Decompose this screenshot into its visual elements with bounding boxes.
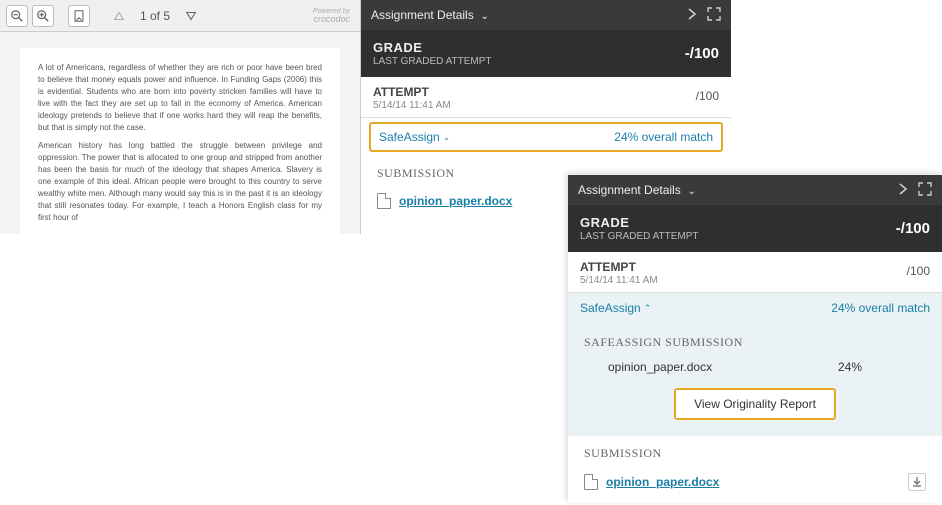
expand-icon: [707, 7, 721, 21]
triangle-up-icon: [112, 9, 126, 23]
grade-score: -/100: [896, 220, 930, 237]
next-button[interactable]: [687, 7, 697, 23]
prev-page-button[interactable]: [108, 5, 130, 27]
panel-header: Assignment Details ⌄: [361, 0, 731, 30]
attempt-time: 5/14/14 11:41 AM: [373, 100, 696, 111]
document-page: A lot of Americans, regardless of whethe…: [20, 48, 340, 234]
chevron-right-icon: [898, 183, 908, 195]
panel-title[interactable]: Assignment Details ⌄: [371, 8, 677, 22]
safeassign-submission-label: SAFEASSIGN SUBMISSION: [568, 327, 942, 356]
download-button[interactable]: [908, 473, 926, 491]
grade-title: GRADE: [580, 215, 896, 230]
zoom-out-button[interactable]: [6, 5, 28, 27]
viewer-toolbar: 1 of 5 Powered by crocodoc: [0, 0, 360, 32]
attempt-score: /100: [696, 89, 719, 103]
fit-page-button[interactable]: [68, 5, 90, 27]
attempt-title: ATTEMPT: [580, 260, 907, 274]
assignment-details-panel-expanded: Assignment Details ⌄ GRADE LAST GRADED A…: [568, 175, 942, 503]
page-icon: [72, 9, 86, 23]
grade-section: GRADE LAST GRADED ATTEMPT -/100: [568, 205, 942, 252]
safeassign-match: 24% overall match: [831, 301, 930, 315]
submission-file-link[interactable]: opinion_paper.docx: [399, 194, 512, 208]
zoom-in-button[interactable]: [32, 5, 54, 27]
grade-section: GRADE LAST GRADED ATTEMPT -/100: [361, 30, 731, 77]
powered-by-label: Powered by crocodoc: [313, 8, 354, 24]
expand-button[interactable]: [707, 7, 721, 24]
chevron-right-icon: [687, 8, 697, 20]
document-icon: [584, 474, 598, 490]
safeassign-match: 24% overall match: [614, 130, 713, 144]
zoom-out-icon: [10, 9, 24, 23]
next-page-button[interactable]: [180, 5, 202, 27]
attempt-section: ATTEMPT 5/14/14 11:41 AM /100: [568, 252, 942, 293]
document-paragraph: American history has long battled the st…: [38, 140, 322, 224]
grade-subtitle: LAST GRADED ATTEMPT: [373, 56, 685, 67]
submission-file-link[interactable]: opinion_paper.docx: [606, 475, 719, 489]
submission-section-label: SUBMISSION: [568, 436, 942, 467]
chevron-down-icon: ⌄: [478, 11, 489, 22]
safeassign-label: SafeAssign: [379, 130, 440, 144]
safeassign-expanded-section: SAFEASSIGN SUBMISSION opinion_paper.docx…: [568, 323, 942, 436]
attempt-section: ATTEMPT 5/14/14 11:41 AM /100: [361, 77, 731, 118]
zoom-in-icon: [36, 9, 50, 23]
safeassign-toggle[interactable]: SafeAssign ⌃ 24% overall match: [568, 293, 942, 323]
safeassign-label: SafeAssign: [580, 301, 641, 315]
chevron-down-icon: ⌄: [685, 186, 696, 197]
grade-score: -/100: [685, 45, 719, 62]
page-indicator: 1 of 5: [134, 9, 176, 23]
panel-header: Assignment Details ⌄: [568, 175, 942, 205]
safeassign-toggle[interactable]: SafeAssign ⌄ 24% overall match: [369, 122, 723, 152]
safeassign-file-name: opinion_paper.docx: [608, 360, 712, 374]
safeassign-file-row: opinion_paper.docx 24%: [568, 356, 942, 384]
panel-title[interactable]: Assignment Details ⌄: [578, 183, 888, 197]
attempt-title: ATTEMPT: [373, 85, 696, 99]
grade-title: GRADE: [373, 40, 685, 55]
download-icon: [912, 477, 922, 487]
submission-file-row: opinion_paper.docx: [568, 467, 942, 503]
expand-icon: [918, 182, 932, 196]
attempt-time: 5/14/14 11:41 AM: [580, 275, 907, 286]
document-icon: [377, 193, 391, 209]
triangle-down-icon: [184, 9, 198, 23]
document-viewer: 1 of 5 Powered by crocodoc A lot of Amer…: [0, 0, 361, 234]
document-paragraph: A lot of Americans, regardless of whethe…: [38, 62, 322, 134]
safeassign-file-percent: 24%: [838, 360, 862, 374]
grade-subtitle: LAST GRADED ATTEMPT: [580, 231, 896, 242]
attempt-score: /100: [907, 264, 930, 278]
chevron-up-icon: ⌃: [644, 303, 652, 314]
chevron-down-icon: ⌄: [443, 132, 451, 143]
view-originality-report-button[interactable]: View Originality Report: [674, 388, 836, 420]
expand-button[interactable]: [918, 182, 932, 199]
next-button[interactable]: [898, 182, 908, 198]
